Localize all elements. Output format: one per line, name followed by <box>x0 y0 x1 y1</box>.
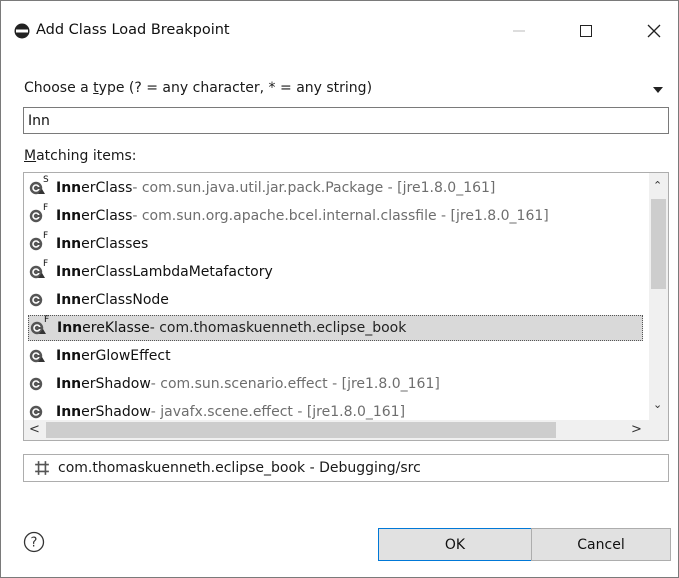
scroll-right-icon[interactable]: > <box>631 423 642 436</box>
horizontal-scroll-thumb[interactable] <box>46 422 556 438</box>
matching-items-list[interactable]: S InnerClass - com.sun.java.util.jar.pack… <box>23 172 669 441</box>
class-static-icon: S <box>28 175 56 198</box>
item-name: InnerClassNode <box>56 292 169 308</box>
item-name-rest: erClass <box>81 180 133 196</box>
modifier-badge: F <box>43 259 49 269</box>
selected-location-bar: com.thomaskuenneth.eclipse_book - Debugg… <box>23 454 669 482</box>
class-final-icon: F <box>28 203 56 226</box>
item-name: InnereKlasse <box>57 320 150 336</box>
horizontal-scrollbar[interactable]: < > <box>24 420 649 440</box>
dialog-window: Add Class Load Breakpoint Choose a type … <box>0 0 679 578</box>
close-icon <box>647 24 661 38</box>
vertical-scrollbar[interactable]: ⌃ ⌄ <box>649 173 668 421</box>
title-bar: Add Class Load Breakpoint <box>1 1 678 63</box>
item-name: InnerClass <box>56 180 132 196</box>
item-qualifier: - com.thomaskuenneth.eclipse_book <box>149 320 407 336</box>
item-name-match: Inn <box>56 404 82 420</box>
item-name-rest: erClasses <box>81 236 149 252</box>
list-item[interactable]: S InnerClass - com.sun.java.util.jar.pack… <box>28 175 646 201</box>
modifier-badge: F <box>43 203 49 213</box>
item-name-match: Inn <box>57 320 83 336</box>
item-name: InnerShadow <box>56 376 151 392</box>
list-item[interactable]: InnerShadow - com.sun.scenario.effect - … <box>28 371 646 397</box>
package-root-icon <box>35 461 49 475</box>
ok-button[interactable]: OK <box>378 528 532 561</box>
item-name: InnerClass <box>56 208 132 224</box>
class-final-icon: F <box>28 231 56 254</box>
svg-text:?: ? <box>31 536 38 551</box>
close-button[interactable] <box>631 11 677 51</box>
item-name-match: Inn <box>56 292 82 308</box>
item-name-rest: erClassLambdaMetafactory <box>81 264 273 280</box>
type-prompt-label: Choose a type (? = any character, * = an… <box>24 80 373 96</box>
item-qualifier: - com.sun.org.apache.bcel.internal.class… <box>132 208 549 224</box>
cancel-button[interactable]: Cancel <box>531 528 671 561</box>
item-name-match: Inn <box>56 348 82 364</box>
scroll-down-icon[interactable]: ⌄ <box>653 399 662 410</box>
minimize-icon <box>513 30 525 32</box>
item-name-match: Inn <box>56 376 82 392</box>
modifier-badge: S <box>43 175 49 185</box>
matching-items-label: Matching items: <box>24 148 137 164</box>
class-abstract-final-icon: F <box>29 315 57 338</box>
item-name-rest: erClassNode <box>81 292 169 308</box>
list-item[interactable]: F InnereKlasse - com.thomaskuenneth.eclip… <box>28 315 643 341</box>
item-name-rest: erShadow <box>81 376 151 392</box>
item-name: InnerShadow <box>56 404 151 420</box>
class-abstract-icon <box>28 346 56 366</box>
modifier-badge: F <box>43 231 49 241</box>
list-item[interactable]: InnerClassNode <box>28 287 646 313</box>
item-name-match: Inn <box>56 180 82 196</box>
item-name-match: Inn <box>56 236 82 252</box>
selected-location-text: com.thomaskuenneth.eclipse_book - Debugg… <box>58 460 421 476</box>
item-name-match: Inn <box>56 264 82 280</box>
scroll-left-icon[interactable]: < <box>29 423 40 436</box>
item-qualifier: - com.sun.scenario.effect - [jre1.8.0_16… <box>150 376 440 392</box>
minimize-button[interactable] <box>496 11 542 51</box>
item-name-rest: ereKlasse <box>82 320 150 336</box>
item-name: InnerGlowEffect <box>56 348 171 364</box>
vertical-scroll-thumb[interactable] <box>651 199 666 289</box>
list-item[interactable]: F InnerClass - com.sun.org.apache.bcel.in… <box>28 203 646 229</box>
item-name-rest: erShadow <box>81 404 151 420</box>
item-qualifier: - com.sun.java.util.jar.pack.Package - [… <box>132 180 496 196</box>
item-name-match: Inn <box>56 208 82 224</box>
view-menu-icon[interactable] <box>652 86 664 94</box>
class-icon <box>28 374 56 394</box>
class-abstract-final-icon: F <box>28 259 56 282</box>
list-item[interactable]: F InnerClassLambdaMetafactory <box>28 259 646 285</box>
breakpoint-icon <box>14 23 30 39</box>
class-icon <box>28 290 56 310</box>
help-icon[interactable]: ? <box>23 531 45 553</box>
item-name: InnerClasses <box>56 236 148 252</box>
item-qualifier: - javafx.scene.effect - [jre1.8.0_161] <box>150 404 406 420</box>
type-search-input[interactable] <box>23 107 669 134</box>
scrollbar-corner <box>649 420 668 440</box>
class-icon <box>28 402 56 422</box>
list-item[interactable]: InnerGlowEffect <box>28 343 646 369</box>
maximize-button[interactable] <box>563 11 609 51</box>
modifier-badge: F <box>44 315 50 325</box>
list-item[interactable]: F InnerClasses <box>28 231 646 257</box>
item-name-rest: erGlowEffect <box>81 348 171 364</box>
dialog-title: Add Class Load Breakpoint <box>36 22 230 38</box>
scroll-up-icon[interactable]: ⌃ <box>653 180 662 191</box>
item-name-rest: erClass <box>81 208 133 224</box>
maximize-icon <box>580 25 592 37</box>
item-name: InnerClassLambdaMetafactory <box>56 264 273 280</box>
